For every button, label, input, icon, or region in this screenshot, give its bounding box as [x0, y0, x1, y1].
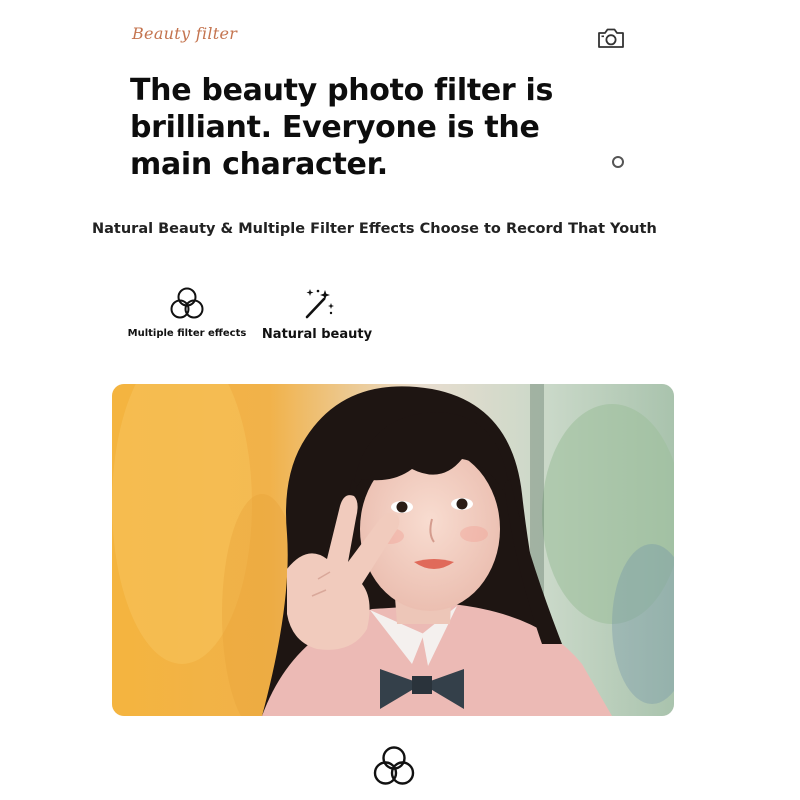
page-headline: The beauty photo filter is brilliant. Ev…	[130, 73, 554, 182]
page-indicator-dot	[612, 156, 624, 168]
camera-icon	[598, 28, 624, 48]
sample-photo	[112, 384, 674, 716]
filter-circles-icon	[170, 287, 204, 319]
feature-multiple-filters[interactable]: Multiple filter effects	[122, 286, 252, 339]
filter-circles-icon	[373, 746, 415, 785]
feature-natural-beauty[interactable]: Natural beauty	[258, 286, 376, 342]
portrait-photo	[112, 384, 674, 716]
feature-label: Multiple filter effects	[127, 328, 247, 339]
feature-label: Natural beauty	[261, 327, 373, 342]
camera-button[interactable]	[595, 24, 627, 52]
page-subtitle: Natural Beauty & Multiple Filter Effects…	[92, 221, 657, 237]
brand-title: Beauty filter	[132, 24, 238, 43]
magic-wand-icon	[305, 289, 334, 319]
